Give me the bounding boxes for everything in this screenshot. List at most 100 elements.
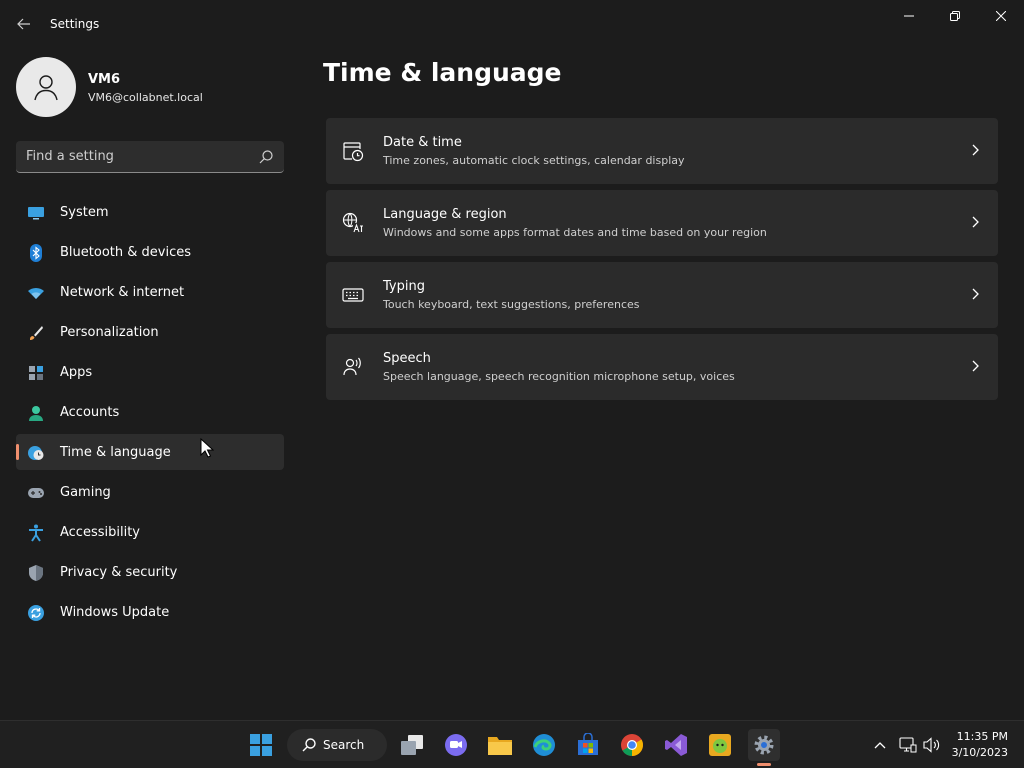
user-name: VM6 xyxy=(88,72,121,87)
teams-chat-button[interactable] xyxy=(440,729,472,761)
card-language-region[interactable]: Language & region Windows and some apps … xyxy=(326,190,998,256)
update-icon xyxy=(27,604,45,622)
search-input[interactable] xyxy=(26,141,246,172)
visual-studio-button[interactable] xyxy=(660,729,692,761)
sidebar-item-accounts[interactable]: Accounts xyxy=(16,394,284,430)
chevron-right-icon xyxy=(972,144,979,156)
clock-date: 3/10/2023 xyxy=(951,746,1008,759)
volume-icon xyxy=(923,737,940,753)
sidebar-item-label: System xyxy=(60,204,109,220)
minimize-icon xyxy=(904,15,914,17)
restore-button[interactable] xyxy=(932,0,978,32)
card-description: Windows and some apps format dates and t… xyxy=(383,226,767,239)
settings-app-button[interactable] xyxy=(748,729,780,766)
settings-window: Settings VM6 VM6@collabnet.local Find a … xyxy=(0,0,1024,720)
taskbar-search-label: Search xyxy=(323,738,365,752)
sidebar-item-personalization[interactable]: Personalization xyxy=(16,314,284,350)
edge-icon xyxy=(533,734,555,756)
globe-clock-icon xyxy=(27,444,45,462)
card-speech[interactable]: Speech Speech language, speech recogniti… xyxy=(326,334,998,400)
speech-icon xyxy=(342,356,364,378)
sidebar-item-time-language[interactable]: Time & language xyxy=(16,434,284,470)
network-icon xyxy=(899,737,917,753)
apps-icon xyxy=(27,364,45,382)
card-typing[interactable]: Typing Touch keyboard, text suggestions,… xyxy=(326,262,998,328)
sidebar-item-accessibility[interactable]: Accessibility xyxy=(16,514,284,550)
network-tray-button[interactable] xyxy=(898,735,918,755)
restore-icon xyxy=(950,11,960,21)
sidebar-item-bluetooth[interactable]: Bluetooth & devices xyxy=(16,234,284,270)
sidebar-item-windows-update[interactable]: Windows Update xyxy=(16,594,284,630)
calendar-clock-icon xyxy=(342,140,364,162)
windows-logo-icon xyxy=(250,734,272,756)
sidebar-item-label: Windows Update xyxy=(60,604,170,620)
file-explorer-button[interactable] xyxy=(484,729,516,761)
monitor-icon xyxy=(27,204,45,222)
card-title: Typing xyxy=(383,279,425,294)
active-app-indicator xyxy=(757,763,771,766)
start-button[interactable] xyxy=(245,729,277,761)
sidebar-item-label: Privacy & security xyxy=(60,564,178,580)
volume-tray-button[interactable] xyxy=(922,735,942,755)
language-icon xyxy=(342,212,364,234)
folder-icon xyxy=(488,737,512,755)
wifi-icon xyxy=(27,284,45,302)
chevron-up-icon xyxy=(874,742,886,749)
game-app-button[interactable] xyxy=(704,729,736,761)
task-view-icon xyxy=(401,735,423,755)
sidebar-item-privacy[interactable]: Privacy & security xyxy=(16,554,284,590)
close-icon xyxy=(996,11,1006,21)
card-title: Speech xyxy=(383,351,431,366)
chevron-right-icon xyxy=(972,216,979,228)
card-description: Touch keyboard, text suggestions, prefer… xyxy=(383,298,640,311)
minimize-button[interactable] xyxy=(886,0,932,32)
card-title: Date & time xyxy=(383,135,462,150)
store-icon xyxy=(578,733,598,755)
edge-button[interactable] xyxy=(528,729,560,761)
sidebar-item-label: Time & language xyxy=(60,444,171,460)
sidebar-item-network[interactable]: Network & internet xyxy=(16,274,284,310)
search-icon[interactable] xyxy=(258,149,274,165)
chrome-button[interactable] xyxy=(616,729,648,761)
person-icon xyxy=(27,404,45,422)
back-arrow-icon xyxy=(17,18,30,30)
window-title: Settings xyxy=(50,17,100,31)
sidebar-item-label: Accounts xyxy=(60,404,120,420)
visual-studio-icon xyxy=(665,734,687,756)
sidebar-item-label: Gaming xyxy=(60,484,111,500)
close-button[interactable] xyxy=(978,0,1024,32)
bluetooth-icon xyxy=(27,244,45,262)
user-avatar-icon xyxy=(34,75,58,101)
card-date-time[interactable]: Date & time Time zones, automatic clock … xyxy=(326,118,998,184)
sidebar-item-apps[interactable]: Apps xyxy=(16,354,284,390)
search-box[interactable] xyxy=(16,141,284,173)
chevron-right-icon xyxy=(972,360,979,372)
keyboard-icon xyxy=(342,284,364,306)
back-button[interactable] xyxy=(12,12,36,36)
search-icon xyxy=(302,738,316,752)
brush-icon xyxy=(27,324,45,342)
avatar[interactable] xyxy=(16,57,76,117)
sidebar-item-label: Accessibility xyxy=(60,524,140,540)
sidebar-item-label: Apps xyxy=(60,364,93,380)
taskbar: Search 11:35 PM 3/10/2023 xyxy=(0,720,1024,768)
chat-icon xyxy=(445,734,467,756)
settings-cards: Date & time Time zones, automatic clock … xyxy=(326,118,998,406)
sidebar-nav: System Bluetooth & devices Network & int… xyxy=(16,194,284,634)
mouse-cursor-icon xyxy=(200,438,214,458)
accessibility-icon xyxy=(27,524,45,542)
show-hidden-icons-button[interactable] xyxy=(870,735,890,755)
gear-icon xyxy=(754,735,774,755)
taskbar-search-button[interactable]: Search xyxy=(287,729,387,761)
store-button[interactable] xyxy=(572,729,604,761)
gamepad-icon xyxy=(27,484,45,502)
chrome-icon xyxy=(621,734,643,756)
page-title: Time & language xyxy=(323,58,562,87)
title-bar: Settings xyxy=(0,0,1024,48)
sidebar-item-gaming[interactable]: Gaming xyxy=(16,474,284,510)
card-description: Time zones, automatic clock settings, ca… xyxy=(383,154,685,167)
card-title: Language & region xyxy=(383,207,507,222)
chevron-right-icon xyxy=(972,288,979,300)
task-view-button[interactable] xyxy=(396,729,428,761)
sidebar-item-system[interactable]: System xyxy=(16,194,284,230)
